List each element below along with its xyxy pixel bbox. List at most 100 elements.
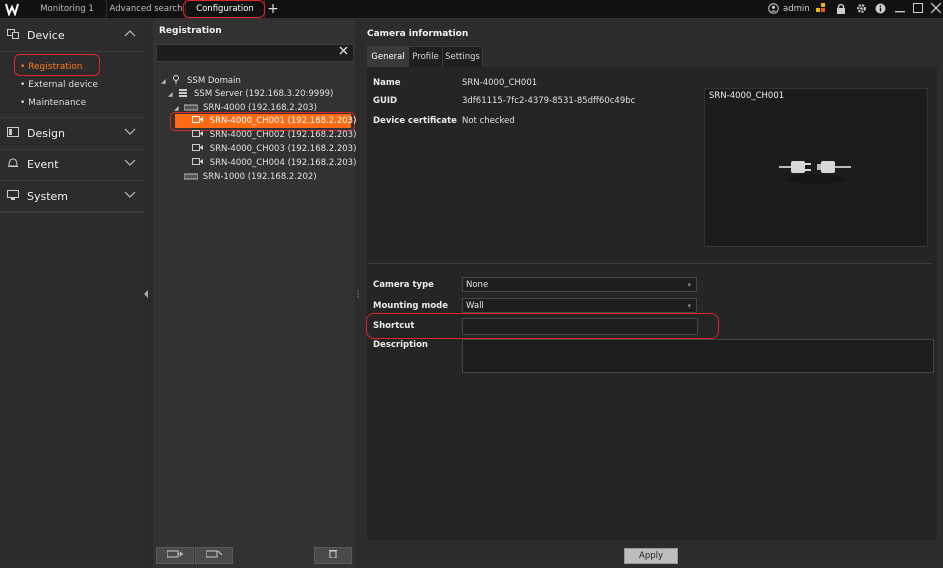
name-value: SRN-4000_CH001 [462, 78, 538, 88]
nav-section-event[interactable]: Event [0, 149, 144, 181]
camera-icon [192, 158, 203, 165]
shortcut-input[interactable] [462, 318, 698, 335]
camera-information-title: Camera information [367, 29, 469, 39]
nav-section-label: System [27, 190, 69, 203]
tab-advanced-search[interactable]: Advanced search [107, 0, 186, 18]
tree-item-ch003[interactable]: SRN-4000_CH003 (192.168.2.203) [192, 144, 356, 154]
app-logo [5, 2, 19, 17]
tree-item-label: SRN-4000_CH004 (192.168.2.203) [209, 158, 357, 168]
tree-item-label: SRN-4000_CH001 (192.168.2.203) [209, 116, 357, 126]
add-tab-button[interactable]: + [266, 0, 280, 18]
chevron-down-icon[interactable] [124, 190, 136, 201]
expand-icon[interactable]: ◢ [174, 105, 179, 112]
chevron-up-icon[interactable] [124, 29, 136, 40]
mounting-mode-label: Mounting mode [373, 301, 449, 311]
device-icon [7, 29, 19, 39]
minimize-icon[interactable] [895, 3, 905, 16]
nav-item-maintenance[interactable]: • Maintenance [20, 98, 86, 108]
tree-item-ch002[interactable]: SRN-4000_CH002 (192.168.2.203) [192, 130, 356, 140]
tree-item-domain[interactable]: ◢ SSM Domain [161, 75, 241, 86]
title-bar: Monitoring 1 Advanced search Configurati… [0, 0, 943, 19]
chevron-down-icon[interactable] [124, 127, 136, 138]
mounting-mode-value: Wall [466, 301, 484, 311]
maximize-icon[interactable] [913, 3, 923, 16]
nav-section-label: Event [27, 158, 59, 171]
system-icon [7, 190, 19, 200]
lock-icon[interactable] [836, 3, 846, 17]
server-icon [179, 89, 188, 97]
tab-highlight-outline [183, 0, 265, 18]
tree-item-label: SRN-1000 (192.168.2.202) [202, 172, 317, 182]
nav-item-external-device[interactable]: • External device [20, 80, 98, 90]
tab-settings[interactable]: Settings [442, 46, 483, 68]
tree-item-label: SRN-4000_CH003 (192.168.2.203) [209, 144, 357, 154]
nav-divider [0, 211, 144, 212]
registration-panel [153, 19, 355, 568]
device-certificate-label: Device certificate [373, 116, 457, 126]
dropdown-arrow-icon: ▾ [687, 281, 691, 289]
tab-monitoring[interactable]: Monitoring 1 [28, 0, 107, 18]
registration-highlight-outline [14, 54, 100, 76]
edit-device-icon [205, 550, 223, 558]
collapse-panel-icon[interactable] [144, 290, 149, 300]
delete-device-button[interactable] [314, 547, 352, 564]
recorder-icon [183, 173, 199, 180]
add-device-button[interactable] [156, 547, 194, 564]
recorder-icon [183, 104, 199, 111]
tree-item-label: SRN-4000_CH002 (192.168.2.203) [209, 130, 357, 140]
tree-item-ch004[interactable]: SRN-4000_CH004 (192.168.2.203) [192, 158, 356, 168]
registration-title: Registration [159, 26, 222, 36]
chevron-down-icon[interactable] [124, 158, 136, 169]
tree-item-label: SSM Server (192.168.3.20:9999) [194, 89, 334, 99]
design-icon [7, 127, 19, 137]
tree-item-label: SSM Domain [187, 76, 241, 86]
dropdown-arrow-icon: ▾ [687, 302, 691, 310]
description-textarea[interactable] [462, 339, 934, 373]
shortcut-label: Shortcut [373, 321, 415, 331]
location-pin-icon [173, 75, 180, 84]
device-search-input[interactable] [156, 44, 354, 62]
camera-icon [192, 130, 203, 137]
mounting-mode-select[interactable]: Wall ▾ [462, 298, 697, 313]
preview-title: SRN-4000_CH001 [709, 91, 785, 101]
clear-search-icon[interactable] [339, 46, 348, 58]
camera-icon [192, 144, 203, 151]
close-icon[interactable] [930, 2, 942, 16]
name-label: Name [373, 78, 401, 88]
apply-button[interactable]: Apply [624, 548, 678, 564]
tab-general[interactable]: General [367, 46, 409, 68]
trash-icon [329, 550, 337, 559]
info-icon[interactable] [875, 3, 886, 17]
guid-label: GUID [373, 96, 398, 106]
nav-section-design[interactable]: Design [0, 117, 144, 150]
camera-type-label: Camera type [373, 280, 434, 290]
expand-icon[interactable]: ◢ [168, 91, 173, 98]
tree-item-ssm-server[interactable]: ◢ SSM Server (192.168.3.20:9999) [168, 89, 333, 99]
nav-item-label: Maintenance [28, 98, 87, 108]
camera-type-value: None [466, 280, 489, 290]
edit-device-button[interactable] [195, 547, 233, 564]
add-device-icon [166, 550, 183, 558]
alarm-icon[interactable] [816, 3, 826, 16]
tree-item-ch001[interactable]: SRN-4000_CH001 (192.168.2.203) [192, 116, 356, 126]
camera-icon [192, 116, 203, 123]
gear-icon[interactable] [856, 3, 867, 17]
splitter-handle-icon[interactable] [357, 290, 359, 301]
guid-value: 3df61115-7fc2-4379-8531-85dff60c49bc [462, 96, 636, 106]
nav-section-system[interactable]: System [0, 181, 144, 213]
bell-icon [7, 158, 19, 168]
disconnected-plug-icon [777, 157, 855, 190]
user-icon[interactable] [768, 3, 779, 17]
section-divider [368, 263, 932, 264]
nav-section-device[interactable]: Device [0, 20, 144, 52]
tree-item-srn-1000[interactable]: SRN-1000 (192.168.2.202) [183, 172, 317, 182]
tab-profile[interactable]: Profile [408, 46, 443, 68]
camera-type-select[interactable]: None ▾ [462, 277, 697, 292]
username-label[interactable]: admin [783, 4, 810, 14]
device-certificate-value: Not checked [462, 116, 515, 126]
nav-section-label: Design [27, 127, 65, 140]
description-label: Description [373, 340, 428, 350]
expand-icon[interactable]: ◢ [161, 78, 166, 85]
camera-preview: SRN-4000_CH001 [704, 88, 928, 247]
nav-section-label: Device [27, 29, 65, 42]
